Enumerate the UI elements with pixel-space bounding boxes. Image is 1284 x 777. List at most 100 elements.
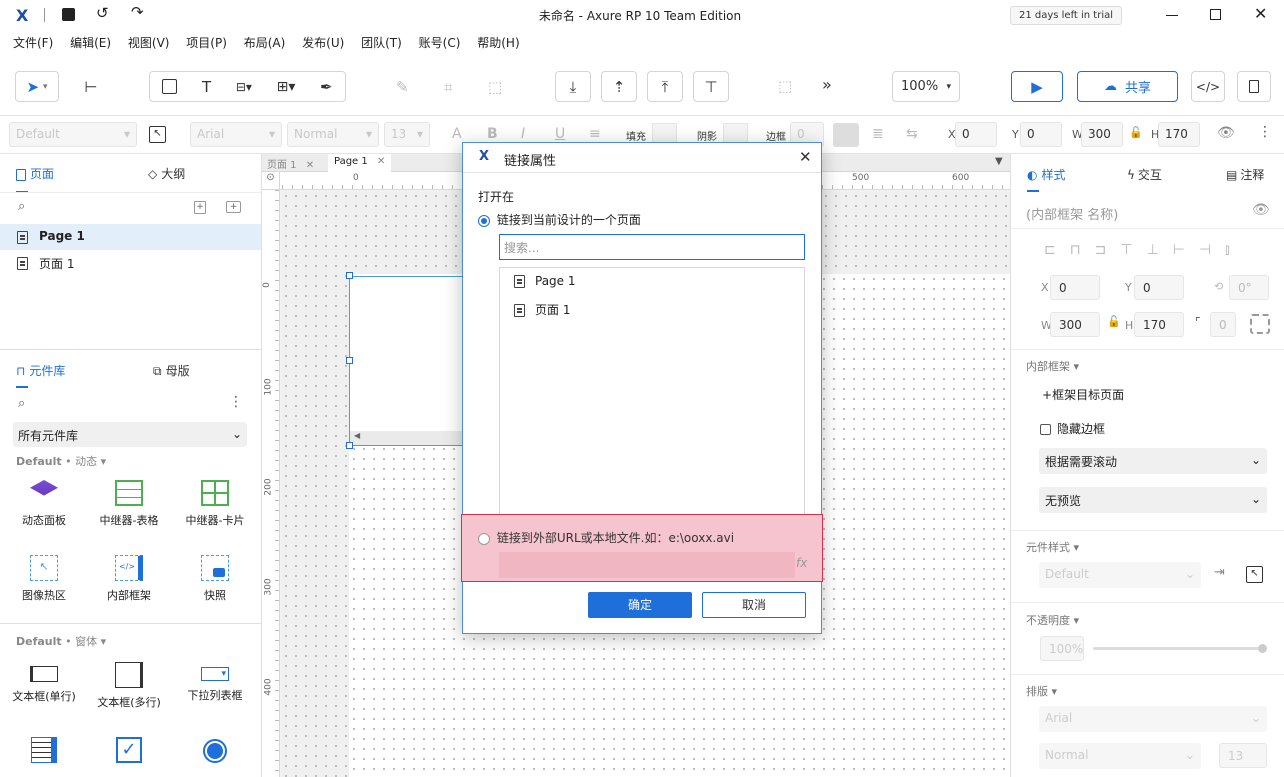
close-tab-icon[interactable]: ✕	[377, 156, 385, 167]
font-size-input[interactable]: 13	[1219, 743, 1267, 768]
tab-outline[interactable]: ◇ 大纲	[148, 165, 185, 182]
field-tool-icon[interactable]: ⊟▾	[236, 80, 252, 94]
page-item[interactable]: 页面 1	[0, 250, 261, 276]
corner-radius-icon[interactable]: ⌜	[1195, 315, 1201, 329]
weight-select[interactable]: Normal ⌄	[1039, 743, 1201, 769]
menu-project[interactable]: 项目(P)	[186, 30, 227, 56]
opacity-slider[interactable]	[1093, 644, 1267, 653]
tab-notes[interactable]: ▤ 注释	[1226, 166, 1264, 183]
x-input[interactable]: 0	[955, 122, 997, 147]
corner-toggle-icon[interactable]	[1250, 314, 1270, 334]
edit-style-icon[interactable]: ↖	[1246, 566, 1263, 583]
menu-edit[interactable]: 编辑(E)	[70, 30, 111, 56]
cancel-button[interactable]: 取消	[702, 592, 806, 618]
selection-handle[interactable]	[346, 442, 353, 449]
font-select[interactable]: Arial ⌄	[1039, 706, 1267, 732]
table-tool-icon[interactable]: ⊞▾	[277, 79, 296, 95]
y-input[interactable]: 0	[1134, 275, 1184, 300]
preview-select[interactable]: 无预览 ⌄	[1039, 487, 1267, 513]
link-page-option[interactable]: 链接到当前设计的一个页面	[478, 211, 641, 228]
widget-snapshot[interactable]: 快照	[172, 555, 258, 603]
opacity-input[interactable]: 100%	[1040, 636, 1084, 661]
widget-dynamic-panel[interactable]: 动态面板	[1, 480, 87, 528]
w-input[interactable]: 300	[1081, 122, 1123, 147]
frame-target-link[interactable]: +框架目标页面	[1042, 386, 1124, 403]
y-input[interactable]: 0	[1020, 122, 1062, 147]
canvas-tab-active[interactable]: Page 1 ✕	[328, 154, 392, 172]
tab-masters[interactable]: ⧉ 母版	[153, 362, 190, 379]
library-group-header[interactable]: Default • 动态 ▾	[16, 453, 106, 469]
library-menu-icon[interactable]: ⋮	[229, 394, 243, 410]
dialog-close-icon[interactable]: ✕	[799, 148, 812, 166]
ok-button[interactable]: 确定	[588, 592, 692, 618]
add-folder-icon[interactable]: +	[226, 201, 241, 213]
menu-publish[interactable]: 发布(U)	[302, 30, 344, 56]
bring-front-button[interactable]: ⇡	[601, 71, 637, 102]
menu-team[interactable]: 团队(T)	[361, 30, 402, 56]
distribute-button[interactable]: ⤒	[647, 71, 683, 102]
close-icon[interactable]: ✕	[1254, 4, 1267, 23]
library-group-header[interactable]: Default • 窗体 ▾	[16, 633, 106, 649]
document-button[interactable]	[1237, 71, 1271, 102]
hide-border-checkbox[interactable]: 隐藏边框	[1040, 420, 1105, 437]
rotation-input[interactable]: 0°	[1229, 275, 1269, 300]
apply-style-icon[interactable]: ⇥	[1214, 565, 1225, 580]
page-item[interactable]: Page 1	[0, 224, 261, 250]
scroll-select[interactable]: 根据需要滚动 ⌄	[1039, 448, 1267, 474]
tab-interactions[interactable]: ϟ 交互	[1127, 166, 1162, 183]
border-color-swatch[interactable]	[833, 123, 859, 147]
pen-tool-icon[interactable]: ✒	[320, 78, 333, 96]
w-input[interactable]: 300	[1050, 312, 1100, 337]
tab-overflow-icon[interactable]: ▼	[995, 156, 1003, 167]
rotate-icon[interactable]: ⟲	[1214, 280, 1223, 293]
visibility-icon[interactable]: 👁	[1217, 125, 1235, 141]
radio-icon[interactable]	[203, 739, 227, 763]
minimize-icon[interactable]	[1166, 15, 1178, 16]
redo-icon[interactable]: ↷	[131, 3, 144, 21]
typography-section-header[interactable]: 排版 ▾	[1026, 683, 1057, 699]
h-input[interactable]: 170	[1134, 312, 1184, 337]
checkbox-icon[interactable]	[1040, 424, 1051, 435]
selection-handle[interactable]	[346, 357, 353, 364]
url-input[interactable]	[499, 552, 795, 578]
trial-badge[interactable]: 21 days left in trial	[1010, 6, 1122, 25]
widget-name-input[interactable]: (内部框架 名称)	[1026, 204, 1118, 223]
connector-tool-button[interactable]: ⊢	[73, 71, 109, 102]
close-tab-icon[interactable]: ✕	[306, 160, 314, 171]
selection-handle[interactable]	[346, 272, 353, 279]
list-box-icon[interactable]	[31, 737, 57, 763]
radio-unselected[interactable]	[478, 532, 490, 545]
maximize-icon[interactable]	[1210, 9, 1221, 20]
menu-account[interactable]: 账号(C)	[419, 30, 461, 56]
x-input[interactable]: 0	[1050, 275, 1100, 300]
align-top-button[interactable]: ⊤	[693, 71, 729, 102]
library-select[interactable]: 所有元件库 ⌄	[13, 422, 247, 447]
rectangle-icon[interactable]	[162, 79, 178, 94]
style-edit-icon[interactable]: ↖	[149, 126, 166, 143]
widget-text-area[interactable]: 文本框(多行)	[86, 662, 172, 710]
page-search-input[interactable]: 搜索...	[499, 234, 805, 260]
lock-icon[interactable]: 🔓	[1129, 126, 1143, 139]
link-url-option[interactable]: 链接到外部URL或本地文件.如：e:\ooxx.avi	[478, 529, 734, 546]
share-button[interactable]: ☁ 共享	[1077, 71, 1178, 102]
widget-inline-frame[interactable]: </> 内部框架	[86, 555, 172, 603]
opacity-section-header[interactable]: 不透明度 ▾	[1026, 612, 1079, 628]
radio-selected[interactable]	[478, 214, 490, 227]
slider-handle[interactable]	[1258, 644, 1267, 653]
menu-help[interactable]: 帮助(H)	[477, 30, 519, 56]
lock-icon[interactable]: 🔓	[1107, 315, 1121, 328]
menu-file[interactable]: 文件(F)	[13, 30, 53, 56]
widget-repeater-card[interactable]: 中继器-卡片	[172, 480, 258, 528]
weight-select[interactable]: Normal ▾	[287, 122, 379, 147]
widget-style-section-header[interactable]: 元件样式 ▾	[1026, 539, 1079, 555]
size-select[interactable]: 13 ▾	[384, 122, 430, 147]
visibility-icon[interactable]: 👁	[1252, 202, 1270, 218]
save-icon[interactable]	[62, 8, 75, 21]
search-icon[interactable]: ⌕	[18, 199, 25, 214]
tab-library[interactable]: ⊓ 元件库	[16, 362, 65, 379]
preview-button[interactable]: ▶	[1011, 71, 1063, 102]
select-tool-button[interactable]: ➤ ▾	[15, 71, 59, 102]
library-search-icon[interactable]: ⌕	[18, 396, 25, 411]
widget-droplist[interactable]: ▾ 下拉列表框	[172, 662, 258, 703]
text-tool-icon[interactable]: T	[202, 78, 211, 96]
